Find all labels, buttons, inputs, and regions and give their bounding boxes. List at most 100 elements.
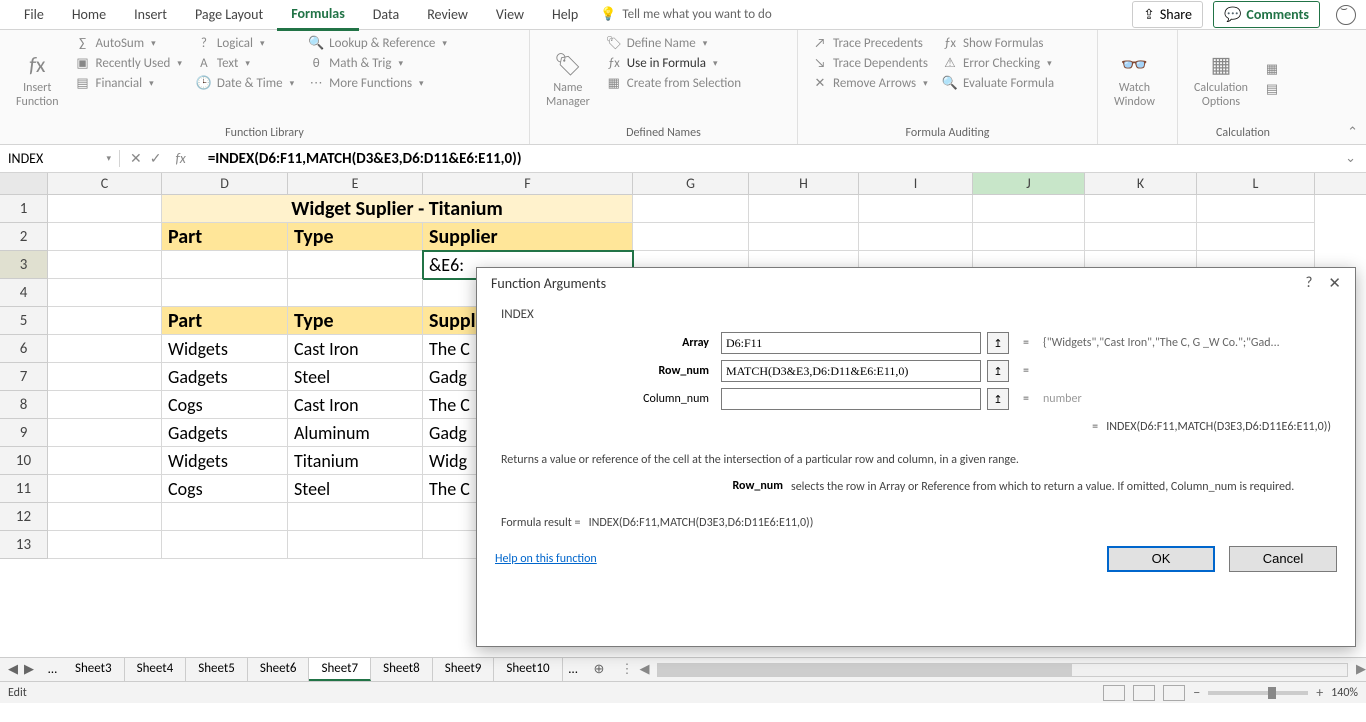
sheet-tab-sheet7[interactable]: Sheet7 xyxy=(309,658,371,681)
page-break-view-button[interactable] xyxy=(1163,685,1185,701)
cell-e5[interactable]: Type xyxy=(288,307,423,335)
cell-d1[interactable]: Widget Suplier - Titanium xyxy=(162,195,633,223)
cell-l1[interactable] xyxy=(1197,195,1315,223)
cell-c10[interactable] xyxy=(48,447,162,475)
tab-help[interactable]: Help xyxy=(538,0,592,29)
cell-c6[interactable] xyxy=(48,335,162,363)
name-manager-button[interactable]: 🏷 Name Manager xyxy=(540,34,596,124)
calc-sheet-button[interactable]: ▤ xyxy=(1260,80,1284,98)
share-button[interactable]: ⇪ Share xyxy=(1132,1,1203,28)
formula-expand-button[interactable]: ⌄ xyxy=(1335,151,1366,166)
cell-e10[interactable]: Titanium xyxy=(288,447,423,475)
text-button[interactable]: AText▾ xyxy=(192,54,298,72)
dialog-help-button[interactable]: ? xyxy=(1305,274,1312,293)
tab-home[interactable]: Home xyxy=(58,0,120,29)
collapse-ribbon-button[interactable]: ⌃ xyxy=(1339,121,1366,144)
row-header-2[interactable]: 2 xyxy=(0,223,48,251)
arg-input-array[interactable] xyxy=(721,332,981,354)
sheet-tab-sheet8[interactable]: Sheet8 xyxy=(371,658,433,681)
cell-d2[interactable]: Part xyxy=(162,223,288,251)
cell-d5[interactable]: Part xyxy=(162,307,288,335)
arg-input-row_num[interactable] xyxy=(721,360,981,382)
cell-c13[interactable] xyxy=(48,531,162,559)
column-header-j[interactable]: J xyxy=(973,173,1085,194)
hscroll-right-button[interactable]: ▶ xyxy=(1356,662,1366,677)
cell-e8[interactable]: Cast Iron xyxy=(288,391,423,419)
column-header-h[interactable]: H xyxy=(749,173,859,194)
arg-input-column_num[interactable] xyxy=(721,388,981,410)
tab-data[interactable]: Data xyxy=(359,0,413,29)
row-header-5[interactable]: 5 xyxy=(0,307,48,335)
sheet-tab-sheet10[interactable]: Sheet10 xyxy=(494,658,562,681)
cell-j2[interactable] xyxy=(973,223,1085,251)
cell-c11[interactable] xyxy=(48,475,162,503)
name-box[interactable]: INDEX ▾ xyxy=(0,150,120,167)
zoom-slider[interactable] xyxy=(1208,691,1308,695)
row-header-1[interactable]: 1 xyxy=(0,195,48,223)
page-layout-view-button[interactable] xyxy=(1133,685,1155,701)
dialog-close-button[interactable]: ✕ xyxy=(1328,274,1341,293)
row-header-11[interactable]: 11 xyxy=(0,475,48,503)
accept-formula-button[interactable]: ✓ xyxy=(150,150,162,167)
dialog-titlebar[interactable]: Function Arguments ? ✕ xyxy=(477,268,1355,299)
row-header-10[interactable]: 10 xyxy=(0,447,48,475)
sheet-prev-button[interactable]: ◀ xyxy=(8,662,18,677)
sheet-tab-sheet3[interactable]: Sheet3 xyxy=(63,658,125,681)
lookup-button[interactable]: 🔍Lookup & Reference▾ xyxy=(304,34,451,52)
select-all-button[interactable] xyxy=(0,173,48,194)
sheet-more-right-button[interactable]: … xyxy=(563,662,584,677)
cell-c2[interactable] xyxy=(48,223,162,251)
column-header-g[interactable]: G xyxy=(633,173,749,194)
column-header-c[interactable]: C xyxy=(48,173,162,194)
cell-d3[interactable] xyxy=(162,251,288,279)
error-checking-button[interactable]: ⚠Error Checking▾ xyxy=(938,54,1058,72)
calc-now-button[interactable]: ▦ xyxy=(1260,60,1284,78)
trace-dependents-button[interactable]: ↘Trace Dependents xyxy=(808,54,932,72)
remove-arrows-button[interactable]: ✕Remove Arrows▾ xyxy=(808,74,932,92)
cell-e4[interactable] xyxy=(288,279,423,307)
tab-insert[interactable]: Insert xyxy=(120,0,181,29)
row-header-7[interactable]: 7 xyxy=(0,363,48,391)
horizontal-scrollbar[interactable] xyxy=(657,663,1348,677)
column-header-i[interactable]: I xyxy=(859,173,973,194)
tab-review[interactable]: Review xyxy=(413,0,482,29)
cell-h2[interactable] xyxy=(749,223,859,251)
hscroll-left-button[interactable]: ◀ xyxy=(639,662,649,677)
cell-c8[interactable] xyxy=(48,391,162,419)
cell-e2[interactable]: Type xyxy=(288,223,423,251)
cell-d11[interactable]: Cogs xyxy=(162,475,288,503)
row-header-8[interactable]: 8 xyxy=(0,391,48,419)
tab-page-layout[interactable]: Page Layout xyxy=(181,0,277,29)
insert-function-button[interactable]: fx Insert Function xyxy=(10,34,65,124)
cell-e11[interactable]: Steel xyxy=(288,475,423,503)
cell-d4[interactable] xyxy=(162,279,288,307)
column-header-f[interactable]: F xyxy=(423,173,633,194)
cell-d6[interactable]: Widgets xyxy=(162,335,288,363)
row-header-6[interactable]: 6 xyxy=(0,335,48,363)
cell-c1[interactable] xyxy=(48,195,162,223)
cancel-formula-button[interactable]: ✕ xyxy=(130,150,142,167)
cell-k2[interactable] xyxy=(1085,223,1197,251)
row-header-13[interactable]: 13 xyxy=(0,531,48,559)
row-header-4[interactable]: 4 xyxy=(0,279,48,307)
row-header-3[interactable]: 3 xyxy=(0,251,48,279)
create-from-selection-button[interactable]: ▦Create from Selection xyxy=(602,74,745,92)
cell-c12[interactable] xyxy=(48,503,162,531)
cell-c3[interactable] xyxy=(48,251,162,279)
cell-e9[interactable]: Aluminum xyxy=(288,419,423,447)
cell-d10[interactable]: Widgets xyxy=(162,447,288,475)
column-header-l[interactable]: L xyxy=(1197,173,1315,194)
watch-window-button[interactable]: 👓 Watch Window xyxy=(1108,34,1161,124)
comments-button[interactable]: 💬 Comments xyxy=(1213,1,1320,28)
tab-view[interactable]: View xyxy=(482,0,538,29)
cell-f2[interactable]: Supplier xyxy=(423,223,633,251)
cell-e12[interactable] xyxy=(288,503,423,531)
autosum-button[interactable]: ∑AutoSum▾ xyxy=(71,34,186,52)
sheet-tab-sheet6[interactable]: Sheet6 xyxy=(248,658,310,681)
cell-g2[interactable] xyxy=(633,223,749,251)
dialog-help-link[interactable]: Help on this function xyxy=(495,552,597,566)
feedback-icon[interactable] xyxy=(1336,5,1356,25)
sheet-more-button[interactable]: … xyxy=(42,662,63,677)
cell-i2[interactable] xyxy=(859,223,973,251)
column-header-k[interactable]: K xyxy=(1085,173,1197,194)
